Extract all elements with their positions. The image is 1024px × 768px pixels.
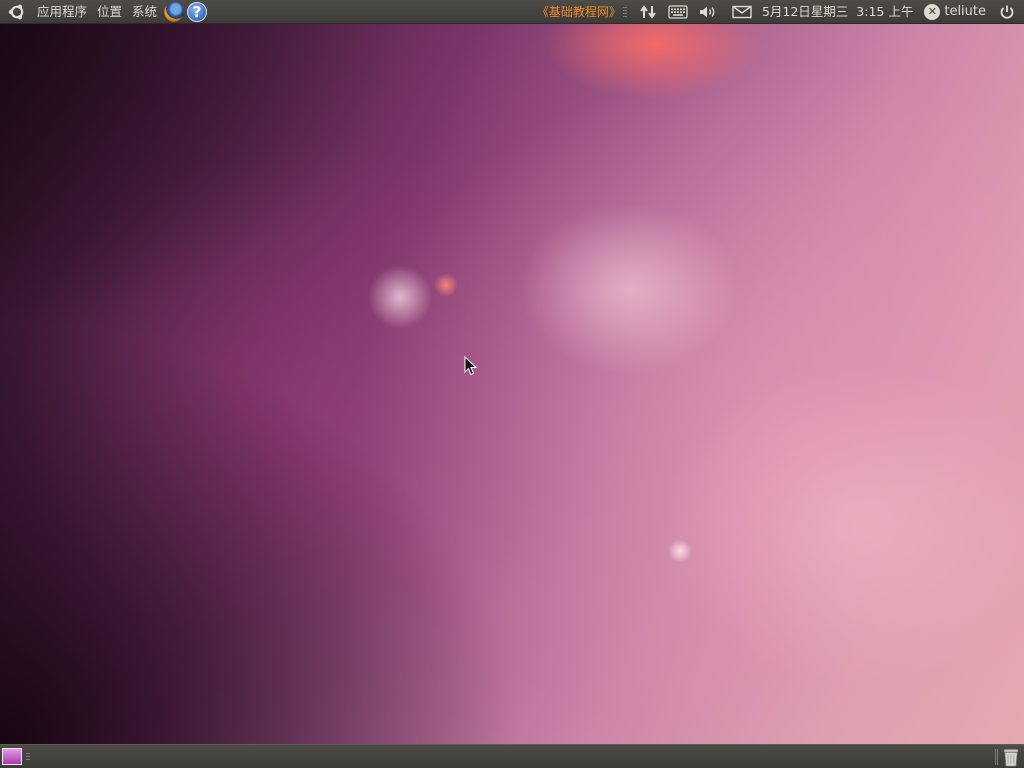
user-status-icon[interactable]: ✕: [924, 4, 941, 20]
firefox-launcher[interactable]: [163, 1, 185, 23]
power-icon[interactable]: [996, 1, 1018, 23]
places-menu[interactable]: 位置: [92, 0, 127, 24]
bottom-panel-handle[interactable]: [26, 753, 30, 761]
mail-icon[interactable]: [731, 1, 753, 23]
mouse-cursor-icon: [464, 355, 478, 376]
ubuntu-logo-icon[interactable]: [8, 3, 26, 21]
top-panel: 应用程序 位置 系统 ? 《基础教程网》 5月12日星期三 3:15 上午 ✕ …: [0, 0, 1024, 24]
desktop-screen: 应用程序 位置 系统 ? 《基础教程网》 5月12日星期三 3:15 上午 ✕ …: [0, 0, 1024, 768]
date-label[interactable]: 5月12日星期三: [757, 0, 853, 24]
bottom-panel-handle-right[interactable]: [995, 749, 998, 765]
network-icon[interactable]: [637, 1, 659, 23]
firefox-icon: [164, 2, 185, 22]
volume-icon[interactable]: [697, 1, 719, 23]
bottom-panel: [0, 744, 1024, 768]
keyboard-icon[interactable]: [667, 1, 689, 23]
help-launcher[interactable]: ?: [186, 1, 208, 23]
desktop-wallpaper[interactable]: [0, 24, 1024, 744]
time-label[interactable]: 3:15 上午: [853, 0, 918, 24]
show-desktop-icon[interactable]: [2, 748, 22, 765]
system-menu[interactable]: 系统: [127, 0, 162, 24]
brand-label: 《基础教程网》: [536, 5, 621, 19]
applications-menu[interactable]: 应用程序: [32, 0, 92, 24]
user-name[interactable]: teliute: [944, 0, 992, 24]
panel-handle[interactable]: [622, 7, 627, 17]
help-icon: ?: [187, 2, 208, 22]
trash-icon[interactable]: [1002, 747, 1020, 767]
panel-left: 应用程序 位置 系统 ?: [0, 0, 208, 24]
panel-right: 《基础教程网》 5月12日星期三 3:15 上午 ✕ teliute: [537, 0, 1024, 24]
